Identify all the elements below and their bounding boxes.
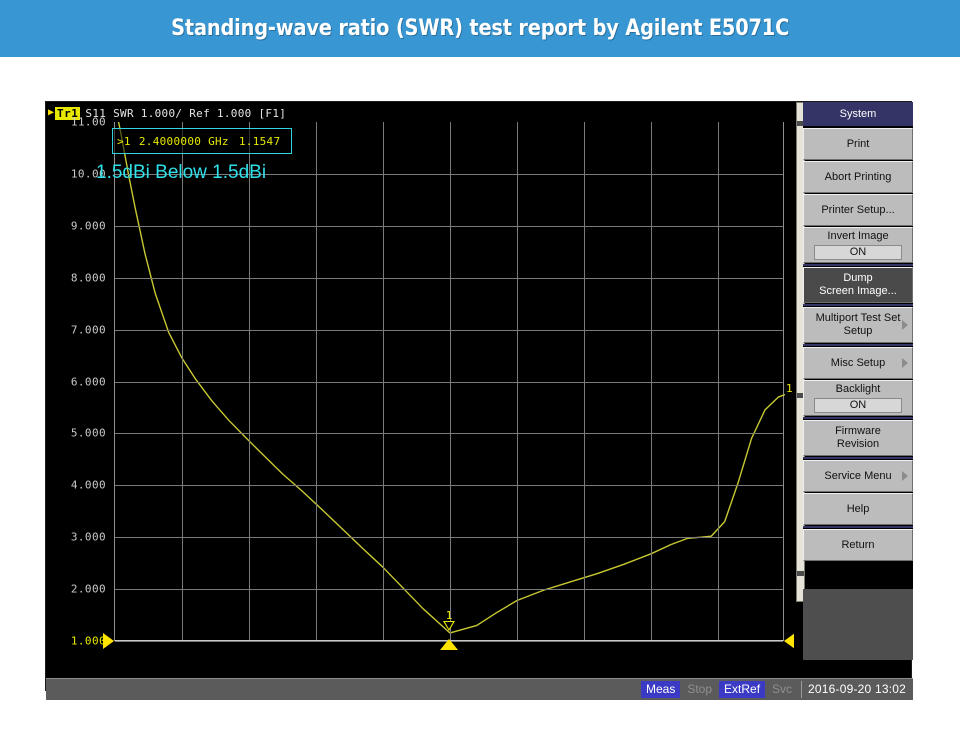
- softkey-return[interactable]: Return: [803, 529, 913, 561]
- softkey-dump[interactable]: Dump Screen Image...: [803, 267, 913, 303]
- softkey-label: Backlight: [835, 383, 881, 395]
- softkey-invert-image[interactable]: Invert Image ON: [803, 227, 913, 263]
- softkey-label-line2: Setup: [843, 325, 873, 337]
- softkey-label: Print: [846, 137, 870, 150]
- horizontal-gridline: [115, 277, 783, 279]
- reference-level-pointer-right-icon: [784, 633, 794, 649]
- softkey-help[interactable]: Help: [803, 493, 913, 525]
- status-chip-meas[interactable]: Meas: [640, 681, 681, 698]
- y-axis-tick-label: 11.00: [70, 115, 106, 129]
- softkey-pane: System Print Abort Printing Printer Setup.…: [794, 102, 913, 660]
- y-axis-tick-label: 7.000: [70, 323, 106, 337]
- marker-readout-value: 1.1547: [238, 134, 281, 148]
- horizontal-gridline: [115, 537, 783, 539]
- status-chip-extref[interactable]: ExtRef: [719, 681, 766, 698]
- trace-parameters: S11 SWR 1.000/ Ref 1.000 [F1]: [85, 106, 287, 120]
- y-axis-tick-label: 9.000: [70, 219, 106, 233]
- status-datetime: 2016-09-20 13:02: [801, 681, 911, 698]
- horizontal-gridline: [115, 433, 783, 435]
- softkey-label: Service Menu: [824, 469, 892, 482]
- page-title-banner: Standing-wave ratio (SWR) test report by…: [0, 0, 960, 57]
- marker-readout-box[interactable]: >1 2.4000000 GHz 1.1547: [112, 128, 292, 154]
- softkey-backlight[interactable]: Backlight ON: [803, 380, 913, 416]
- chevron-right-icon: [902, 320, 908, 330]
- vertical-gridline: [517, 122, 518, 640]
- softkey-label-line2: Revision: [836, 438, 880, 450]
- softkey-label: Dump: [843, 272, 873, 284]
- horizontal-gridline: [115, 225, 783, 227]
- vertical-gridline: [316, 122, 317, 640]
- softkey-abort-printing[interactable]: Abort Printing: [803, 161, 913, 193]
- y-axis-tick-label: 5.000: [70, 426, 106, 440]
- softkey-print[interactable]: Print: [803, 128, 913, 160]
- plot-area[interactable]: [114, 122, 785, 642]
- softkey-label: Abort Printing: [824, 170, 892, 183]
- vertical-gridline: [383, 122, 384, 640]
- marker-1-label: 1: [445, 608, 453, 622]
- y-axis-tick-label: 2.000: [70, 582, 106, 596]
- vertical-gridline: [718, 122, 719, 640]
- marker-readout-frequency: 2.4000000 GHz: [138, 134, 229, 148]
- trace-active-arrow-icon: ▶: [48, 107, 55, 118]
- softkey-label-line2: Screen Image...: [819, 285, 897, 297]
- y-axis-tick-label: 1.000: [70, 634, 106, 648]
- vertical-gridline: [584, 122, 585, 640]
- softkey-service-menu[interactable]: Service Menu: [803, 460, 913, 492]
- softkey-menu-title: System: [803, 102, 913, 128]
- marker-readout-id: >1: [117, 134, 131, 148]
- softkey-label: Return: [841, 538, 875, 551]
- softkey-label: Printer Setup...: [821, 203, 895, 216]
- horizontal-gridline: [115, 329, 783, 331]
- softkey-label: Firmware: [835, 425, 881, 437]
- softkey-list: System Print Abort Printing Printer Setup.…: [803, 102, 913, 562]
- y-axis-labels: 11.00 10.00 9.000 8.000 7.000 6.000 5.000 4.000…: [46, 116, 110, 648]
- softkey-misc-setup[interactable]: Misc Setup: [803, 347, 913, 379]
- marker-axis-pointer-icon: [440, 639, 458, 650]
- chevron-right-icon: [902, 471, 908, 481]
- reference-level-pointer-left-icon: [103, 633, 114, 649]
- softkey-label: Invert Image: [827, 230, 889, 242]
- trace-end-label: 1: [786, 382, 793, 396]
- status-chip-stop[interactable]: Stop: [682, 681, 717, 698]
- vertical-gridline: [450, 122, 451, 640]
- horizontal-gridline: [115, 589, 783, 591]
- softkey-firmware[interactable]: Firmware Revision: [803, 420, 913, 456]
- chevron-right-icon: [902, 358, 908, 368]
- vertical-gridline: [651, 122, 652, 640]
- softkey-printer-setup[interactable]: Printer Setup...: [803, 194, 913, 226]
- graph-pane: ▶ Tr1 S11 SWR 1.000/ Ref 1.000 [F1] 11.0…: [46, 102, 794, 660]
- y-axis-tick-label: 4.000: [70, 478, 106, 492]
- status-chip-svc[interactable]: Svc: [767, 681, 797, 698]
- horizontal-gridline: [115, 381, 783, 383]
- y-axis-tick-label: 6.000: [70, 375, 106, 388]
- scrollbar-notch: [797, 571, 804, 576]
- horizontal-gridline: [115, 485, 783, 487]
- annotation-text: 1.5dBi Below 1.5dBi: [96, 162, 267, 183]
- page-title: Standing-wave ratio (SWR) test report by…: [170, 16, 790, 41]
- softkey-empty-area: [803, 589, 913, 660]
- vertical-gridline: [249, 122, 250, 640]
- softkey-label: Multiport Test Set: [815, 312, 901, 324]
- softkey-value[interactable]: ON: [814, 398, 902, 413]
- softkey-multiport-test-set[interactable]: Multiport Test Set Setup: [803, 307, 913, 343]
- marker-1-glyph[interactable]: 1: [440, 608, 458, 642]
- y-axis-tick-label: 8.000: [70, 271, 106, 285]
- vna-screen: ▶ Tr1 S11 SWR 1.000/ Ref 1.000 [F1] 11.0…: [45, 101, 913, 700]
- global-status-bar: Meas Stop ExtRef Svc 2016-09-20 13:02: [46, 678, 913, 700]
- softkey-label: Help: [846, 502, 870, 515]
- vertical-gridline: [182, 122, 183, 640]
- y-axis-tick-label: 3.000: [70, 530, 106, 544]
- softkey-value[interactable]: ON: [814, 245, 902, 260]
- softkey-label: Misc Setup: [830, 356, 886, 369]
